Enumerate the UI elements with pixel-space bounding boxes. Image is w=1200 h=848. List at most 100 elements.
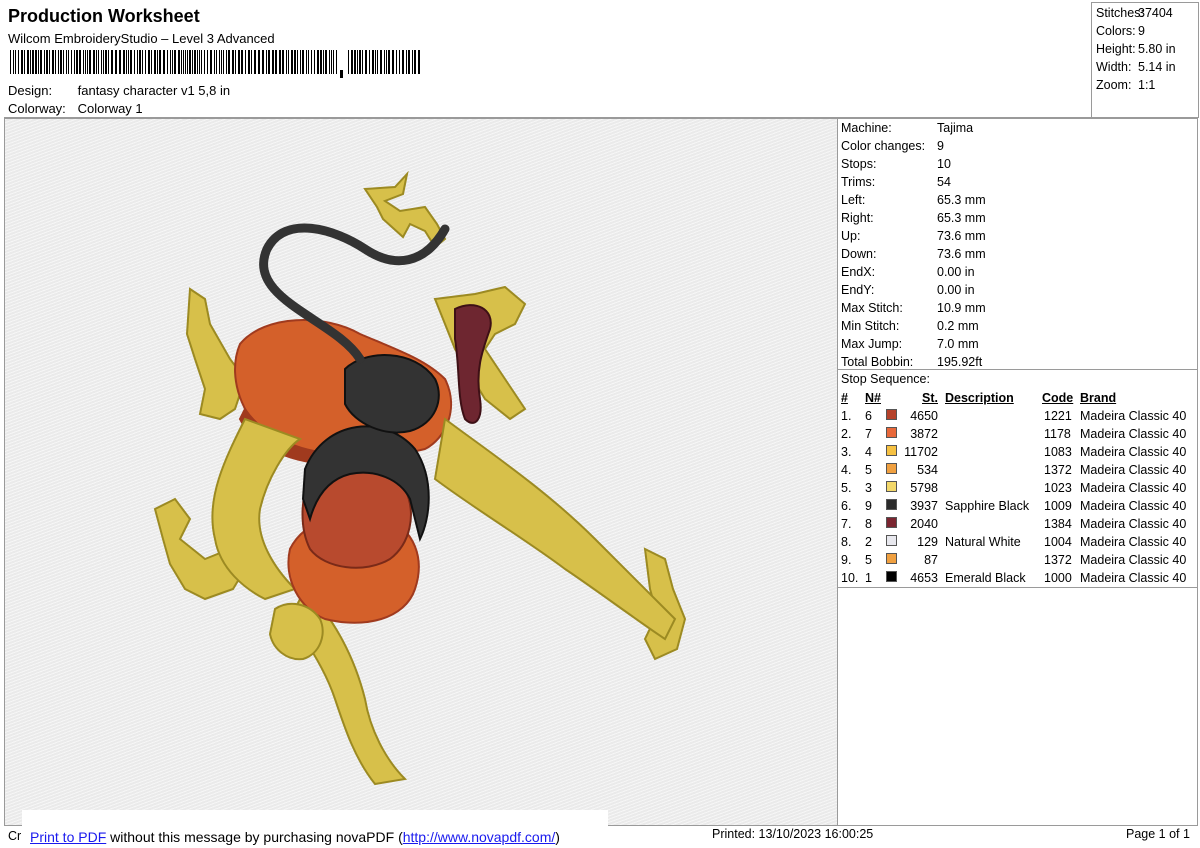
color-swatch bbox=[886, 427, 897, 438]
table-row: 3. 4 11702 1083 Madeira Classic 40 bbox=[838, 445, 1197, 463]
row-brand: Madeira Classic 40 bbox=[1080, 571, 1187, 585]
barcode-bar bbox=[375, 50, 376, 74]
row-needle: 9 bbox=[865, 499, 872, 513]
table-divider bbox=[838, 587, 1197, 588]
barcode-bar bbox=[87, 50, 88, 74]
info-label: Down: bbox=[841, 247, 877, 261]
row-num: 1. bbox=[841, 409, 852, 423]
barcode-bar bbox=[134, 50, 135, 74]
row-needle: 8 bbox=[865, 517, 872, 531]
row-needle: 1 bbox=[865, 571, 872, 585]
barcode-bar bbox=[245, 50, 246, 74]
info-label: Left: bbox=[841, 193, 866, 207]
info-value: 73.6 mm bbox=[937, 247, 986, 261]
barcode-bar bbox=[266, 50, 267, 74]
color-swatch bbox=[886, 535, 897, 546]
barcode-bar bbox=[288, 50, 289, 74]
col-header-brand: Brand bbox=[1080, 391, 1117, 405]
stat-label: Stitches: bbox=[1096, 6, 1144, 20]
barcode-bar bbox=[83, 50, 84, 74]
color-swatch bbox=[886, 481, 897, 492]
info-label: Stops: bbox=[841, 157, 877, 171]
barcode-bar bbox=[325, 50, 327, 74]
barcode-bar bbox=[172, 50, 173, 74]
design-preview bbox=[4, 118, 838, 826]
print-to-pdf-link[interactable]: Print to PDF bbox=[30, 829, 106, 845]
col-header-num: # bbox=[841, 391, 848, 405]
barcode-bar bbox=[408, 50, 410, 74]
barcode-bar bbox=[300, 50, 301, 74]
design-label: Design: bbox=[8, 83, 53, 98]
barcode-bar bbox=[24, 50, 25, 74]
row-num: 9. bbox=[841, 553, 852, 567]
barcode-bar bbox=[96, 50, 97, 74]
novapdf-banner: Print to PDF without this message by pur… bbox=[22, 810, 608, 848]
barcode-bar bbox=[201, 50, 202, 74]
machine-info-row: EndY: 0.00 in bbox=[841, 283, 975, 297]
row-needle: 5 bbox=[865, 553, 872, 567]
barcode-bar bbox=[412, 50, 413, 74]
barcode-bar bbox=[386, 50, 387, 74]
table-row: 6. 9 3937 Sapphire Black 1009 Madeira Classic… bbox=[838, 499, 1197, 517]
row-stitches: 11702 bbox=[904, 445, 938, 459]
barcode-bar bbox=[380, 50, 382, 74]
barcode-bar bbox=[282, 50, 284, 74]
machine-info-row: Min Stitch: 0.2 mm bbox=[841, 319, 979, 333]
col-header-needle: N# bbox=[865, 391, 881, 405]
novapdf-url-link[interactable]: http://www.novapdf.com/ bbox=[403, 829, 556, 845]
stat-width: Width: 5.14 in bbox=[1096, 60, 1176, 74]
barcode-bar bbox=[396, 50, 397, 74]
barcode-bar bbox=[348, 50, 349, 74]
footer-crop-text: Cr bbox=[8, 829, 22, 843]
row-brand: Madeira Classic 40 bbox=[1080, 409, 1187, 423]
row-brand: Madeira Classic 40 bbox=[1080, 463, 1187, 477]
info-label: Min Stitch: bbox=[841, 319, 900, 333]
barcode-bar bbox=[311, 50, 312, 74]
stat-label: Height: bbox=[1096, 42, 1136, 56]
barcode-bar bbox=[157, 50, 158, 74]
barcode-bar bbox=[148, 50, 150, 74]
barcode-bar bbox=[359, 50, 361, 74]
barcode-bar bbox=[268, 50, 270, 74]
barcode-bar bbox=[262, 50, 264, 74]
machine-info-row: Trims: 54 bbox=[841, 175, 951, 189]
col-header-description: Description bbox=[945, 391, 1014, 405]
info-panel: Machine: Tajima Color changes: 9 Stops: 10 Tri… bbox=[837, 118, 1198, 826]
machine-info-row: Right: 65.3 mm bbox=[841, 211, 986, 225]
barcode-bar bbox=[159, 50, 161, 74]
barcode-bar bbox=[317, 50, 319, 74]
barcode-bar bbox=[354, 50, 356, 74]
table-row: 5. 3 5798 1023 Madeira Classic 40 bbox=[838, 481, 1197, 499]
barcode-bar bbox=[406, 50, 407, 74]
row-stitches: 3872 bbox=[910, 427, 938, 441]
info-value: Tajima bbox=[937, 121, 974, 135]
barcode-bar bbox=[178, 50, 180, 74]
promo-middle: without this message by purchasing novaP… bbox=[106, 829, 403, 845]
row-stitches: 5798 bbox=[910, 481, 938, 495]
barcode-bar bbox=[115, 50, 117, 74]
row-needle: 5 bbox=[865, 463, 872, 477]
machine-info-row: Max Jump: 7.0 mm bbox=[841, 337, 979, 351]
row-code: 1000 bbox=[1044, 571, 1072, 585]
table-row: 7. 8 2040 1384 Madeira Classic 40 bbox=[838, 517, 1197, 535]
info-value: 10 bbox=[937, 157, 951, 171]
barcode-bar bbox=[384, 50, 385, 74]
barcode-bar bbox=[13, 50, 14, 74]
info-label: EndY: bbox=[841, 283, 875, 297]
barcode-bar bbox=[294, 50, 296, 74]
barcode-bar bbox=[254, 50, 256, 74]
row-description: Sapphire Black bbox=[945, 499, 1030, 513]
machine-info-row: Up: 73.6 mm bbox=[841, 229, 986, 243]
row-code: 1083 bbox=[1044, 445, 1072, 459]
machine-info-row: Left: 65.3 mm bbox=[841, 193, 986, 207]
stat-value: 5.14 in bbox=[1138, 60, 1176, 74]
row-needle: 3 bbox=[865, 481, 872, 495]
color-swatch bbox=[886, 463, 897, 474]
col-header-stitches: St. bbox=[922, 391, 938, 405]
barcode-bar bbox=[302, 50, 304, 74]
barcode-bar bbox=[21, 50, 23, 74]
barcode-bar bbox=[207, 50, 208, 74]
barcode-bar bbox=[372, 50, 374, 74]
row-description: Emerald Black bbox=[945, 571, 1026, 585]
col-header-code: Code bbox=[1042, 391, 1074, 405]
